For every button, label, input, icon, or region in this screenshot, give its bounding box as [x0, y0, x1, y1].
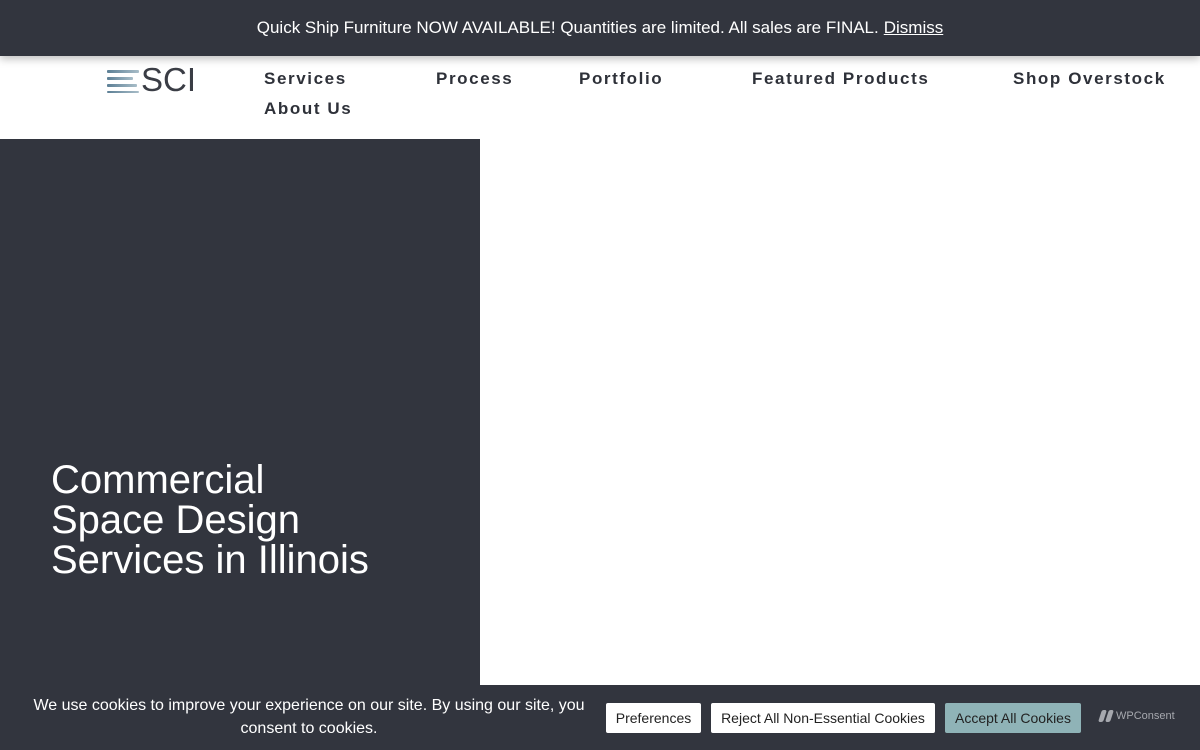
wpconsent-label: WPConsent	[1116, 710, 1175, 722]
cookie-reject-button[interactable]: Reject All Non-Essential Cookies	[711, 703, 935, 733]
hero-panel: Commercial Space Design Services in Illi…	[0, 139, 480, 750]
wpconsent-branding[interactable]: WPConsent	[1098, 710, 1175, 722]
announcement-bar: Quick Ship Furniture NOW AVAILABLE! Quan…	[0, 0, 1200, 56]
dismiss-link[interactable]: Dismiss	[884, 18, 944, 38]
cookie-banner: We use cookies to improve your experienc…	[0, 685, 1200, 750]
nav-services[interactable]: Services	[264, 69, 347, 89]
hero-title-line: Commercial	[51, 458, 265, 502]
wpconsent-logo-icon	[1098, 710, 1114, 722]
nav-portfolio[interactable]: Portfolio	[579, 69, 663, 89]
cookie-accept-button[interactable]: Accept All Cookies	[945, 703, 1081, 733]
nav-process[interactable]: Process	[436, 69, 513, 89]
nav-featured-products[interactable]: Featured Products	[752, 69, 929, 89]
logo-text: SCI	[141, 61, 197, 98]
site-header: SCI Services Process Portfolio Featured …	[0, 56, 1200, 139]
announcement-text: Quick Ship Furniture NOW AVAILABLE! Quan…	[256, 18, 879, 37]
cookie-preferences-button[interactable]: Preferences	[606, 703, 701, 733]
nav-about-us[interactable]: About Us	[264, 99, 352, 119]
cookie-message: We use cookies to improve your experienc…	[33, 697, 585, 737]
nav-shop-overstock[interactable]: Shop Overstock	[1013, 69, 1166, 89]
hero-title: Commercial Space Design Services in Illi…	[51, 460, 431, 580]
site-logo[interactable]: SCI	[107, 61, 209, 98]
hero-title-line: Services in Illinois	[51, 538, 369, 582]
hero-title-line: Space Design	[51, 498, 301, 542]
logo-lines-icon	[107, 67, 139, 93]
